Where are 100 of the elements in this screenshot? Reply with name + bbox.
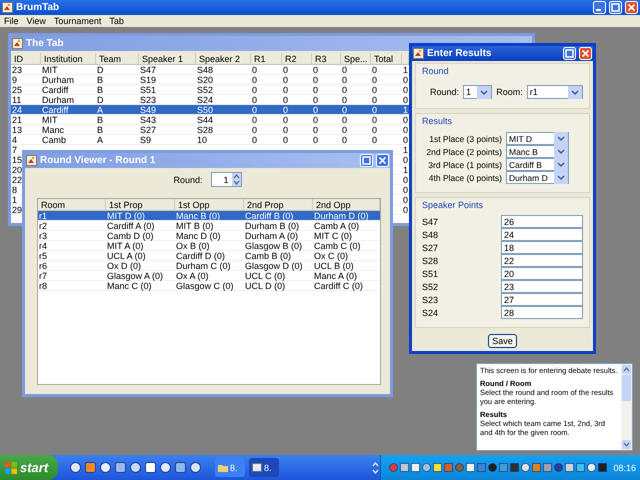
- column-header[interactable]: R3: [312, 53, 341, 65]
- column-header[interactable]: 2nd Opp: [313, 199, 380, 211]
- table-cell: 0: [341, 125, 371, 135]
- table-cell: B: [96, 85, 139, 95]
- table-cell: 25: [11, 85, 41, 95]
- column-header[interactable]: Team: [96, 53, 139, 65]
- column-header[interactable]: Total: [371, 53, 402, 65]
- table-cell: 0: [312, 125, 341, 135]
- table-cell: 0: [282, 105, 312, 115]
- table-cell: Camb B (0): [244, 251, 313, 261]
- maximize-icon[interactable]: [609, 1, 622, 14]
- dropdown[interactable]: Durham D: [506, 171, 569, 184]
- input-field[interactable]: 27: [501, 293, 583, 306]
- input-field[interactable]: 26: [501, 215, 583, 228]
- table-cell: Ox B (0): [175, 241, 244, 251]
- taskbar-button[interactable]: 8.: [215, 458, 245, 477]
- table-cell: S28: [196, 125, 251, 135]
- maximize-icon[interactable]: [360, 154, 373, 167]
- input-field[interactable]: 23: [501, 280, 583, 293]
- chevron-icon[interactable]: [554, 171, 568, 184]
- column-header[interactable]: R1: [251, 53, 282, 65]
- app-icon[interactable]: [190, 462, 201, 473]
- table-cell: 0: [341, 135, 371, 145]
- group-title: Speaker Points: [422, 200, 484, 210]
- column-header[interactable]: R2: [282, 53, 312, 65]
- column-header[interactable]: Speaker 1: [139, 53, 196, 65]
- column-header[interactable]: 1st Prop: [106, 199, 175, 211]
- app-icon[interactable]: [70, 462, 81, 473]
- input-field[interactable]: 22: [501, 254, 583, 267]
- field-label: S28: [422, 256, 438, 266]
- column-header[interactable]: Room: [38, 199, 106, 211]
- group-title: Results: [422, 116, 452, 126]
- table-cell: 0: [371, 115, 402, 125]
- input-field[interactable]: 18: [501, 241, 583, 254]
- table-cell: Durham: [41, 75, 96, 85]
- table-cell: 0: [312, 75, 341, 85]
- app-icon[interactable]: [145, 462, 156, 473]
- save-button[interactable]: Save: [488, 334, 517, 348]
- table-cell: 0: [341, 75, 371, 85]
- maximize-icon[interactable]: [563, 47, 576, 60]
- chevron-icon[interactable]: [477, 86, 492, 98]
- close-icon[interactable]: [376, 154, 389, 167]
- scrollbar-icon[interactable]: [621, 364, 632, 450]
- window-icon: [252, 463, 262, 472]
- table-cell: MIT B (0): [175, 221, 244, 231]
- dropdown[interactable]: r1: [526, 85, 583, 99]
- app-icon[interactable]: [85, 462, 96, 473]
- close-icon[interactable]: [579, 47, 592, 60]
- table-cell: 21: [11, 115, 41, 125]
- column-header[interactable]: ID: [11, 53, 41, 65]
- app-icon[interactable]: [115, 462, 126, 473]
- dropdown[interactable]: Cardiff B: [506, 158, 569, 171]
- table-cell: S19: [139, 75, 196, 85]
- column-header[interactable]: Spe...: [341, 53, 371, 65]
- input-field[interactable]: 28: [501, 306, 583, 319]
- app-icon[interactable]: [160, 462, 171, 473]
- app-icon: [2, 2, 13, 13]
- chevron-icon[interactable]: [568, 86, 582, 98]
- table-cell: 0: [312, 135, 341, 145]
- clock: 08:16: [613, 462, 636, 472]
- input-field[interactable]: 20: [501, 267, 583, 280]
- table-cell: 0: [341, 65, 371, 75]
- table-cell: Glasgow C (0): [175, 281, 244, 291]
- column-header[interactable]: 1st Opp: [175, 199, 244, 211]
- table-cell: Camb: [41, 135, 96, 145]
- app-icon[interactable]: [130, 462, 141, 473]
- app-icon[interactable]: [175, 462, 186, 473]
- start-button[interactable]: start: [0, 455, 58, 480]
- app-icon: [413, 48, 424, 59]
- spinner-arrows-icon[interactable]: [232, 173, 241, 186]
- input-field[interactable]: 24: [501, 228, 583, 241]
- menu-item[interactable]: File: [4, 16, 19, 26]
- table-cell: 0: [251, 135, 282, 145]
- table-cell: 0: [282, 85, 312, 95]
- table-cell: 0: [251, 125, 282, 135]
- dropdown[interactable]: Manc B: [506, 145, 569, 158]
- table-cell: 0: [282, 75, 312, 85]
- table-cell: Cardiff: [41, 105, 96, 115]
- column-header[interactable]: 2nd Prop: [244, 199, 313, 211]
- spinner-field[interactable]: 1: [210, 172, 242, 187]
- menu-item[interactable]: Tournament: [54, 16, 102, 26]
- column-header[interactable]: Institution: [41, 53, 96, 65]
- app-icon[interactable]: [100, 462, 111, 473]
- dropdown[interactable]: 1: [463, 85, 492, 99]
- minimize-icon[interactable]: [593, 1, 606, 14]
- close-icon[interactable]: [625, 1, 638, 14]
- field-label: S27: [422, 242, 438, 252]
- menu-item[interactable]: Tab: [109, 16, 124, 26]
- taskbar-button[interactable]: 8.: [249, 458, 279, 477]
- table-cell: A: [96, 105, 139, 115]
- scroll-arrows-icon[interactable]: [371, 460, 380, 476]
- chevron-icon[interactable]: [554, 132, 568, 145]
- column-header[interactable]: Speaker 2: [196, 53, 251, 65]
- dropdown[interactable]: MIT D: [506, 132, 569, 145]
- table-cell: 0: [282, 135, 312, 145]
- table-cell: 4: [11, 135, 41, 145]
- menu-item[interactable]: View: [26, 16, 46, 26]
- table-cell: S52: [196, 85, 251, 95]
- table-cell: B: [96, 125, 139, 135]
- field-label: Round:: [430, 87, 460, 97]
